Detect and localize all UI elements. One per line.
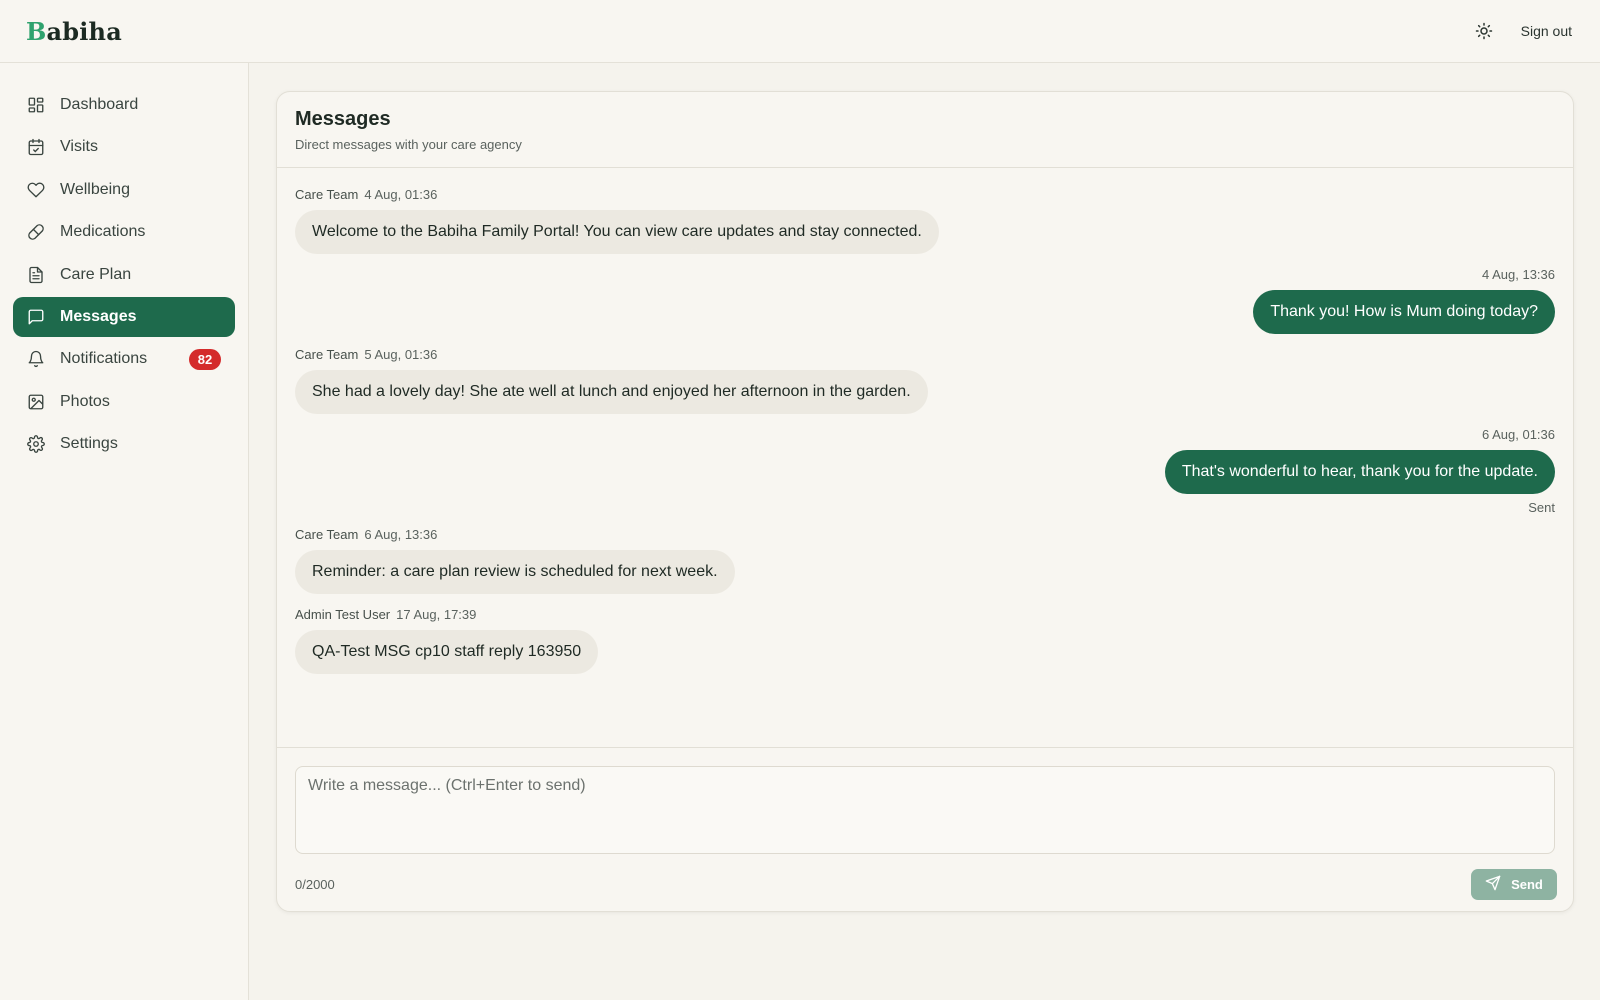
sidebar-item-label: Settings: [60, 435, 118, 453]
notification-count-badge: 82: [189, 349, 221, 371]
message-meta: Admin Test User 17 Aug, 17:39: [295, 606, 598, 624]
logo-initial: B: [26, 16, 47, 46]
message-meta: Care Team 4 Aug, 01:36: [295, 186, 939, 204]
message-bubble: She had a lovely day! She ate well at lu…: [295, 370, 928, 414]
sidebar-item-photos[interactable]: Photos: [13, 382, 235, 422]
sidebar-item-notifications[interactable]: Notifications 82: [13, 339, 235, 379]
heart-icon: [27, 181, 45, 199]
sidebar-item-label: Medications: [60, 223, 146, 241]
sidebar-item-settings[interactable]: Settings: [13, 424, 235, 464]
sidebar-item-care-plan[interactable]: Care Plan: [13, 255, 235, 295]
sidebar-item-label: Notifications: [60, 350, 148, 368]
message-sender: Admin Test User: [295, 607, 391, 622]
composer-footer: 0/2000 Send: [295, 869, 1557, 900]
message-bubble: QA-Test MSG cp10 staff reply 163950: [295, 630, 599, 674]
message-outgoing: 4 Aug, 13:36 Thank you! How is Mum doing…: [1253, 266, 1555, 334]
message-input[interactable]: [295, 766, 1555, 854]
message-outgoing: 6 Aug, 01:36 That's wonderful to hear, t…: [1164, 426, 1555, 515]
sidebar-item-messages[interactable]: Messages: [13, 296, 235, 337]
message-sender: Care Team: [295, 187, 359, 202]
send-button[interactable]: Send: [1471, 869, 1557, 900]
top-bar: Babiha Sign out: [0, 0, 1600, 63]
send-label: Send: [1511, 877, 1543, 892]
message-bubble: That's wonderful to hear, thank you for …: [1164, 450, 1555, 494]
sidebar-item-label: Photos: [60, 392, 110, 410]
message-time: 17 Aug, 17:39: [396, 607, 477, 622]
message-meta: Care Team 6 Aug, 13:36: [295, 526, 735, 544]
send-icon: [1485, 875, 1501, 894]
message-square-icon: [27, 308, 45, 326]
pill-icon: [27, 223, 45, 241]
sun-icon[interactable]: [1473, 20, 1495, 42]
gear-icon: [27, 435, 45, 453]
sidebar-item-medications[interactable]: Medications: [13, 212, 235, 252]
sidebar-item-label: Wellbeing: [60, 180, 130, 198]
message-status: Sent: [1528, 500, 1555, 515]
message-thread[interactable]: Care Team 4 Aug, 01:36 Welcome to the Bab…: [277, 168, 1573, 748]
sign-out-button[interactable]: Sign out: [1521, 23, 1572, 39]
message-incoming: Care Team 5 Aug, 01:36 She had a lovely d…: [295, 346, 928, 414]
message-time: 5 Aug, 01:36: [364, 347, 438, 362]
message-bubble: Welcome to the Babiha Family Portal! You…: [295, 210, 939, 254]
message-time: 6 Aug, 01:36: [1481, 427, 1555, 442]
message-incoming: Admin Test User 17 Aug, 17:39 QA-Test MSG…: [295, 606, 599, 674]
document-icon: [27, 266, 45, 284]
app-logo[interactable]: Babiha: [26, 17, 122, 46]
page-title: Messages: [295, 108, 391, 130]
bell-icon: [27, 350, 45, 368]
sidebar-item-label: Care Plan: [60, 265, 132, 283]
message-time: 4 Aug, 13:36: [1481, 267, 1555, 282]
message-bubble: Thank you! How is Mum doing today?: [1253, 290, 1555, 334]
logo-text: abiha: [46, 16, 122, 46]
character-counter: 0/2000: [295, 877, 335, 892]
top-actions: Sign out: [1473, 20, 1572, 42]
sidebar-item-dashboard[interactable]: Dashboard: [13, 85, 235, 125]
message-bubble: Reminder: a care plan review is schedule…: [295, 550, 735, 594]
sidebar: Dashboard Visits Wellbeing Medications C…: [0, 63, 249, 1000]
message-incoming: Care Team 6 Aug, 13:36 Reminder: a care p…: [295, 526, 735, 594]
sidebar-item-wellbeing[interactable]: Wellbeing: [13, 170, 235, 210]
messages-card: Messages Direct messages with your care …: [276, 91, 1574, 912]
message-composer: 0/2000 Send: [277, 747, 1573, 911]
message-sender: Care Team: [295, 347, 359, 362]
calendar-check-icon: [27, 138, 45, 156]
sidebar-item-label: Messages: [60, 307, 137, 325]
sidebar-item-label: Visits: [60, 138, 98, 156]
sidebar-item-visits[interactable]: Visits: [13, 127, 235, 167]
message-time: 6 Aug, 13:36: [364, 527, 438, 542]
image-icon: [27, 393, 45, 411]
message-sender: Care Team: [295, 527, 359, 542]
message-incoming: Care Team 4 Aug, 01:36 Welcome to the Bab…: [295, 186, 939, 254]
sidebar-item-label: Dashboard: [60, 96, 139, 113]
card-header: Messages Direct messages with your care …: [277, 92, 1573, 168]
message-time: 4 Aug, 01:36: [364, 187, 438, 202]
dashboard-icon: [27, 96, 45, 114]
message-meta: Care Team 5 Aug, 01:36: [295, 346, 928, 364]
page-subtitle: Direct messages with your care agency: [295, 137, 522, 152]
